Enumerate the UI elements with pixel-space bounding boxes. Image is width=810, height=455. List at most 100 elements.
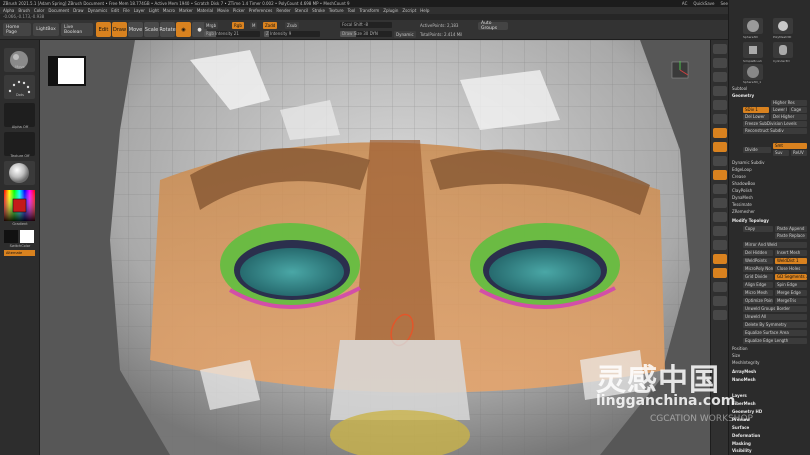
unweld-all-button[interactable]: Unweld All bbox=[743, 314, 807, 320]
dynamic-subdiv-section[interactable]: Dynamic Subdiv bbox=[732, 160, 765, 166]
ac-label[interactable]: AC bbox=[682, 1, 687, 6]
subtool-thumb-sphere3d[interactable] bbox=[743, 18, 763, 34]
menu-item-texture[interactable]: Texture bbox=[329, 8, 344, 13]
close-holes-button[interactable]: Close Holes bbox=[775, 266, 807, 272]
secondary-color-swatch[interactable] bbox=[20, 230, 34, 243]
live-boolean-button[interactable]: Live Boolean bbox=[61, 23, 93, 36]
weldpoints-button[interactable]: WeldPoints bbox=[743, 258, 773, 264]
rgb-button[interactable]: Rgb bbox=[232, 22, 244, 29]
mesh-integrity-section[interactable]: MeshIntegrity bbox=[732, 360, 760, 366]
main-color-swatch[interactable] bbox=[4, 230, 18, 243]
freeze-subdiv-button[interactable]: Freeze SubDivision Levels bbox=[743, 121, 807, 127]
dynamic-persp-icon[interactable] bbox=[713, 128, 727, 138]
deformation-header[interactable]: Deformation bbox=[732, 433, 760, 439]
copy-button[interactable]: Copy bbox=[743, 226, 773, 232]
merge-tris-button[interactable]: MergeTris bbox=[775, 298, 807, 304]
draw-size-slider[interactable]: Draw Size 30 DYN bbox=[340, 31, 392, 37]
solo-icon[interactable] bbox=[713, 296, 727, 306]
menu-item-layer[interactable]: Layer bbox=[134, 8, 145, 13]
subtool-thumb-simplebrush[interactable] bbox=[743, 42, 763, 58]
paste-append-button[interactable]: Paste Append bbox=[775, 226, 807, 232]
spix-icon[interactable] bbox=[713, 58, 727, 68]
menu-item-alpha[interactable]: Alpha bbox=[3, 8, 14, 13]
color-picker[interactable] bbox=[4, 190, 35, 221]
menu-item-draw[interactable]: Draw bbox=[73, 8, 83, 13]
local-icon[interactable] bbox=[713, 156, 727, 166]
size-section[interactable]: Size bbox=[732, 353, 740, 359]
divide-button[interactable]: Divide bbox=[743, 147, 771, 153]
del-lower-button[interactable]: Del Lower bbox=[743, 114, 769, 120]
floor-icon[interactable] bbox=[713, 142, 727, 152]
menu-item-document[interactable]: Document bbox=[48, 8, 69, 13]
geometry-hd-header[interactable]: Geometry HD bbox=[732, 409, 762, 415]
dynamesh-section[interactable]: DynaMesh bbox=[732, 195, 753, 201]
align-edge-button[interactable]: Align Edge bbox=[743, 282, 773, 288]
menu-item-color[interactable]: Color bbox=[34, 8, 44, 13]
zremesher-section[interactable]: ZRemesher bbox=[732, 209, 755, 215]
subtool-thumb-polymesh[interactable] bbox=[773, 18, 793, 34]
alternate-button[interactable]: Alternate bbox=[4, 250, 35, 256]
crease-section[interactable]: Crease bbox=[732, 174, 746, 180]
scroll-icon[interactable] bbox=[713, 72, 727, 82]
menu-item-stroke[interactable]: Stroke bbox=[312, 8, 325, 13]
arraymesh-header[interactable]: ArrayMesh bbox=[732, 369, 756, 375]
actual-icon[interactable] bbox=[713, 100, 727, 110]
merge-edge-button[interactable]: Merge Edge bbox=[775, 290, 807, 296]
texture-thumbnail[interactable] bbox=[4, 132, 35, 156]
focal-shift-slider[interactable]: Focal Shift -8 bbox=[340, 22, 392, 28]
alpha-thumbnail[interactable] bbox=[4, 103, 35, 127]
polyf-icon[interactable] bbox=[713, 254, 727, 264]
insert-mesh-button[interactable]: Insert Mesh bbox=[775, 250, 807, 256]
welddist-slider[interactable]: WeldDist 1 bbox=[775, 258, 807, 264]
scale-view-icon[interactable] bbox=[713, 226, 727, 236]
surface-header[interactable]: Surface bbox=[732, 425, 749, 431]
subtool-section[interactable]: Subtool bbox=[732, 86, 747, 92]
canvas-viewport[interactable] bbox=[40, 40, 710, 455]
masking-header[interactable]: Masking bbox=[732, 441, 751, 447]
zoom-icon[interactable] bbox=[713, 86, 727, 96]
menu-item-transform[interactable]: Transform bbox=[359, 8, 379, 13]
micropoly-button[interactable]: MicroPoly None bbox=[743, 266, 773, 272]
frame-icon[interactable] bbox=[713, 198, 727, 208]
gd-segments-slider[interactable]: GD Segments 3 bbox=[775, 274, 807, 280]
menu-item-marker[interactable]: Marker bbox=[179, 8, 193, 13]
zsub-button[interactable]: Zsub bbox=[285, 22, 299, 29]
menu-item-preferences[interactable]: Preferences bbox=[249, 8, 273, 13]
mrgb-button[interactable]: Mrgb bbox=[204, 22, 219, 29]
suv-toggle[interactable]: Suv bbox=[773, 150, 789, 156]
menu-item-help[interactable]: Help bbox=[420, 8, 429, 13]
reconstruct-subdiv-button[interactable]: Reconstruct Subdiv bbox=[743, 128, 807, 134]
transp-icon[interactable] bbox=[713, 268, 727, 278]
move-mode-button[interactable]: Move bbox=[128, 22, 143, 37]
del-hidden-button[interactable]: Del Hidden bbox=[743, 250, 773, 256]
geometry-header[interactable]: Geometry bbox=[732, 93, 754, 99]
cage-button[interactable]: Cage bbox=[789, 107, 807, 113]
aahalf-icon[interactable] bbox=[713, 114, 727, 124]
menu-item-picker[interactable]: Picker bbox=[233, 8, 245, 13]
del-higher-button[interactable]: Del Higher bbox=[771, 114, 807, 120]
menu-item-dynamics[interactable]: Dynamics bbox=[88, 8, 108, 13]
position-section[interactable]: Position bbox=[732, 346, 748, 352]
menu-item-stencil[interactable]: Stencil bbox=[295, 8, 309, 13]
lightbox-button[interactable]: LightBox bbox=[33, 23, 59, 36]
lower-res-button[interactable]: Lower Res bbox=[771, 107, 787, 113]
edgeloop-section[interactable]: EdgeLoop bbox=[732, 167, 752, 173]
spin-edge-button[interactable]: Spin Edge bbox=[775, 282, 807, 288]
m-button[interactable]: M bbox=[250, 22, 258, 29]
menu-item-material[interactable]: Material bbox=[197, 8, 213, 13]
rgb-intensity-slider[interactable]: Rgb Intensity 21 bbox=[204, 31, 260, 37]
delete-by-symmetry-button[interactable]: Delete By Symmetry bbox=[743, 322, 807, 328]
bpr-icon[interactable] bbox=[713, 44, 727, 54]
dynamic-button[interactable]: Dynamic bbox=[394, 31, 416, 38]
zadd-button[interactable]: Zadd bbox=[263, 22, 278, 29]
fibermesh-header[interactable]: FiberMesh bbox=[732, 401, 756, 407]
move-view-icon[interactable] bbox=[713, 212, 727, 222]
reuv-button[interactable]: ReUV bbox=[791, 150, 807, 156]
switch-color-label[interactable]: SwitchColor bbox=[2, 244, 38, 248]
auto-groups-button[interactable]: Auto Groups bbox=[478, 21, 508, 31]
tessimate-section[interactable]: Tessimate bbox=[732, 202, 752, 208]
scale-mode-button[interactable]: Scale bbox=[144, 22, 159, 37]
unweld-groups-border-button[interactable]: Unweld Groups Border bbox=[743, 306, 807, 312]
modify-topology-header[interactable]: Modify Topology bbox=[732, 218, 769, 224]
grid-divide-button[interactable]: Grid Divide bbox=[743, 274, 773, 280]
